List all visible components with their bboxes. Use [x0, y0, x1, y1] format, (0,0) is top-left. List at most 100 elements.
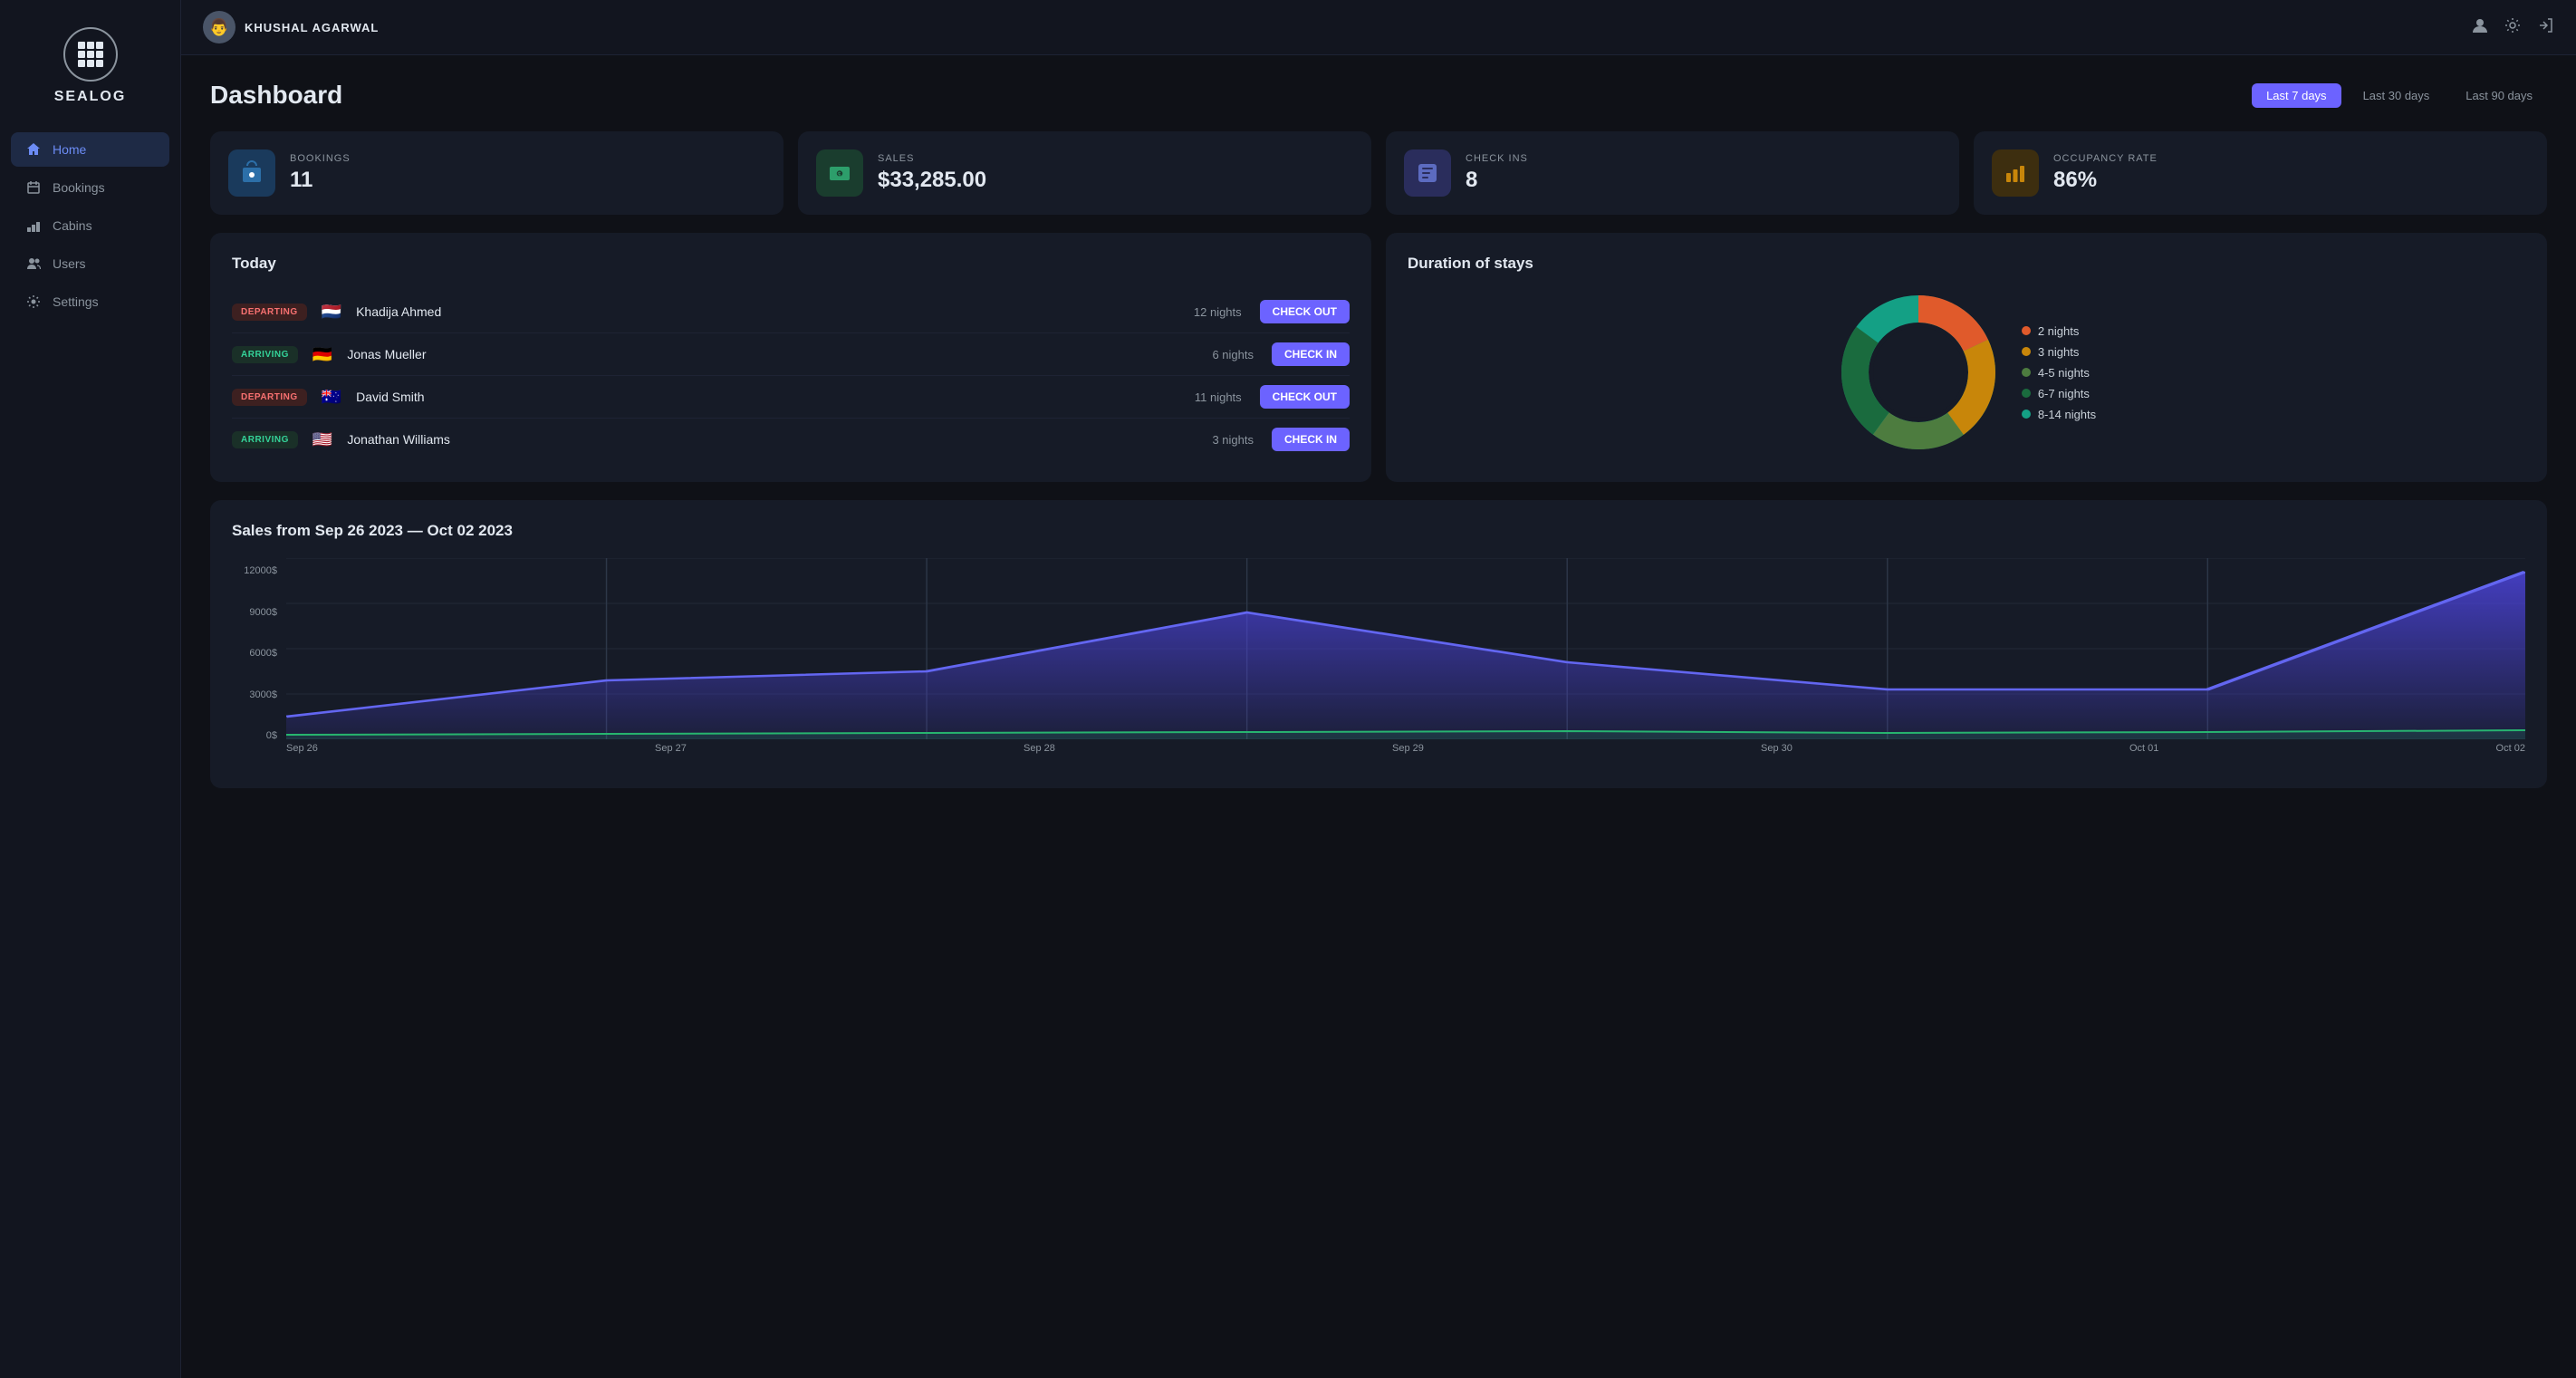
filter-7days[interactable]: Last 7 days	[2252, 83, 2341, 108]
y-label-2: 3000$	[232, 689, 277, 700]
content: Dashboard Last 7 days Last 30 days Last …	[181, 55, 2576, 1378]
sales-title: Sales from Sep 26 2023 — Oct 02 2023	[232, 522, 2525, 540]
stat-card-occupancy: OCCUPANCY RATE 86%	[1974, 131, 2547, 215]
x-label-0: Sep 26	[286, 743, 318, 754]
nav-label-cabins: Cabins	[53, 218, 92, 233]
username: KHUSHAL AGARWAL	[245, 21, 379, 34]
profile-icon[interactable]	[2471, 16, 2489, 39]
sidebar-item-cabins[interactable]: Cabins	[11, 208, 169, 243]
x-label-5: Oct 01	[2129, 743, 2158, 754]
nights-1: 6 nights	[1212, 348, 1254, 361]
legend-dot-2	[2022, 368, 2031, 377]
sales-label: SALES	[878, 153, 986, 164]
filter-30days[interactable]: Last 30 days	[2349, 83, 2445, 108]
checkin-btn-1[interactable]: CHECK IN	[1272, 342, 1350, 366]
donut-area: 2 nights 3 nights 4-5 nights 6-7 ni	[1408, 291, 2525, 454]
checkout-btn-0[interactable]: CHECK OUT	[1260, 300, 1350, 323]
today-card: Today DEPARTING 🇳🇱 Khadija Ahmed 12 nigh…	[210, 233, 1371, 482]
legend-item-0: 2 nights	[2022, 324, 2096, 338]
badge-arriving-3: ARRIVING	[232, 431, 298, 448]
nights-2: 11 nights	[1195, 390, 1242, 404]
user-info: 👨 KHUSHAL AGARWAL	[203, 11, 379, 43]
settings-icon	[25, 294, 42, 310]
date-filters: Last 7 days Last 30 days Last 90 days	[2252, 83, 2547, 108]
y-label-1: 0$	[232, 730, 277, 741]
checkin-btn-3[interactable]: CHECK IN	[1272, 428, 1350, 451]
svg-text:$: $	[838, 172, 841, 178]
stats-row: BOOKINGS 11 $ SALES $33,285.00	[210, 131, 2547, 215]
badge-departing-2: DEPARTING	[232, 389, 307, 406]
stat-card-checkins: CHECK INS 8	[1386, 131, 1959, 215]
x-label-1: Sep 27	[655, 743, 687, 754]
legend-label-2: 4-5 nights	[2038, 366, 2090, 380]
users-icon	[25, 255, 42, 272]
legend-item-1: 3 nights	[2022, 345, 2096, 359]
filter-90days[interactable]: Last 90 days	[2451, 83, 2547, 108]
today-row-1: ARRIVING 🇩🇪 Jonas Mueller 6 nights CHECK…	[232, 333, 1350, 376]
bookings-stat-icon	[228, 149, 275, 197]
today-title: Today	[232, 255, 1350, 273]
legend-item-3: 6-7 nights	[2022, 387, 2096, 400]
cabins-icon	[25, 217, 42, 234]
home-icon	[25, 141, 42, 158]
nav-label-settings: Settings	[53, 294, 99, 309]
bookings-stat-content: BOOKINGS 11	[290, 153, 351, 193]
today-row-0: DEPARTING 🇳🇱 Khadija Ahmed 12 nights CHE…	[232, 291, 1350, 333]
stat-card-bookings: BOOKINGS 11	[210, 131, 783, 215]
bookings-icon	[25, 179, 42, 196]
occupancy-label: OCCUPANCY RATE	[2053, 153, 2158, 164]
x-label-3: Sep 29	[1392, 743, 1424, 754]
today-row-3: ARRIVING 🇺🇸 Jonathan Williams 3 nights C…	[232, 419, 1350, 460]
y-label-3: 6000$	[232, 648, 277, 659]
dashboard-header: Dashboard Last 7 days Last 30 days Last …	[210, 81, 2547, 110]
nights-3: 3 nights	[1212, 433, 1254, 447]
nav-items: Home Bookings Cabins	[0, 132, 180, 319]
checkins-label: CHECK INS	[1466, 153, 1528, 164]
legend-dot-4	[2022, 410, 2031, 419]
y-label-5: 12000$	[232, 565, 277, 576]
avatar-emoji: 👨	[209, 18, 229, 37]
occupancy-stat-icon	[1992, 149, 2039, 197]
sidebar-item-bookings[interactable]: Bookings	[11, 170, 169, 205]
guest-name-1: Jonas Mueller	[347, 347, 1201, 361]
guest-name-2: David Smith	[356, 390, 1184, 404]
y-label-4: 9000$	[232, 607, 277, 618]
nights-0: 12 nights	[1194, 305, 1242, 319]
page-title: Dashboard	[210, 81, 342, 110]
legend-dot-3	[2022, 389, 2031, 398]
occupancy-value: 86%	[2053, 168, 2158, 193]
bookings-value: 11	[290, 168, 351, 193]
nav-label-bookings: Bookings	[53, 180, 105, 195]
sidebar-item-settings[interactable]: Settings	[11, 284, 169, 319]
legend-label-0: 2 nights	[2038, 324, 2080, 338]
sales-stat-icon: $	[816, 149, 863, 197]
legend-label-4: 8-14 nights	[2038, 408, 2096, 421]
logo-circle	[63, 27, 118, 82]
logout-icon[interactable]	[2536, 16, 2554, 39]
gear-icon[interactable]	[2504, 16, 2522, 39]
sidebar-item-home[interactable]: Home	[11, 132, 169, 167]
sidebar: SEALOG Home Bookings	[0, 0, 181, 1378]
flag-2: 🇦🇺	[322, 388, 341, 407]
checkins-value: 8	[1466, 168, 1528, 193]
app-name: SEALOG	[54, 89, 127, 105]
logo-grid	[78, 42, 103, 67]
avatar: 👨	[203, 11, 235, 43]
duration-card: Duration of stays	[1386, 233, 2547, 482]
occupancy-stat-content: OCCUPANCY RATE 86%	[2053, 153, 2158, 193]
legend-label-1: 3 nights	[2038, 345, 2080, 359]
main-area: 👨 KHUSHAL AGARWAL	[181, 0, 2576, 1378]
duration-title: Duration of stays	[1408, 255, 2525, 273]
badge-arriving-1: ARRIVING	[232, 346, 298, 363]
sales-value: $33,285.00	[878, 168, 986, 193]
legend-dot-1	[2022, 347, 2031, 356]
checkout-btn-2[interactable]: CHECK OUT	[1260, 385, 1350, 409]
legend-dot-0	[2022, 326, 2031, 335]
stat-card-sales: $ SALES $33,285.00	[798, 131, 1371, 215]
today-row-2: DEPARTING 🇦🇺 David Smith 11 nights CHECK…	[232, 376, 1350, 419]
guest-name-3: Jonathan Williams	[347, 432, 1201, 447]
checkins-stat-icon	[1404, 149, 1451, 197]
sidebar-item-users[interactable]: Users	[11, 246, 169, 281]
two-col-section: Today DEPARTING 🇳🇱 Khadija Ahmed 12 nigh…	[210, 233, 2547, 482]
flag-3: 🇺🇸	[312, 430, 332, 449]
